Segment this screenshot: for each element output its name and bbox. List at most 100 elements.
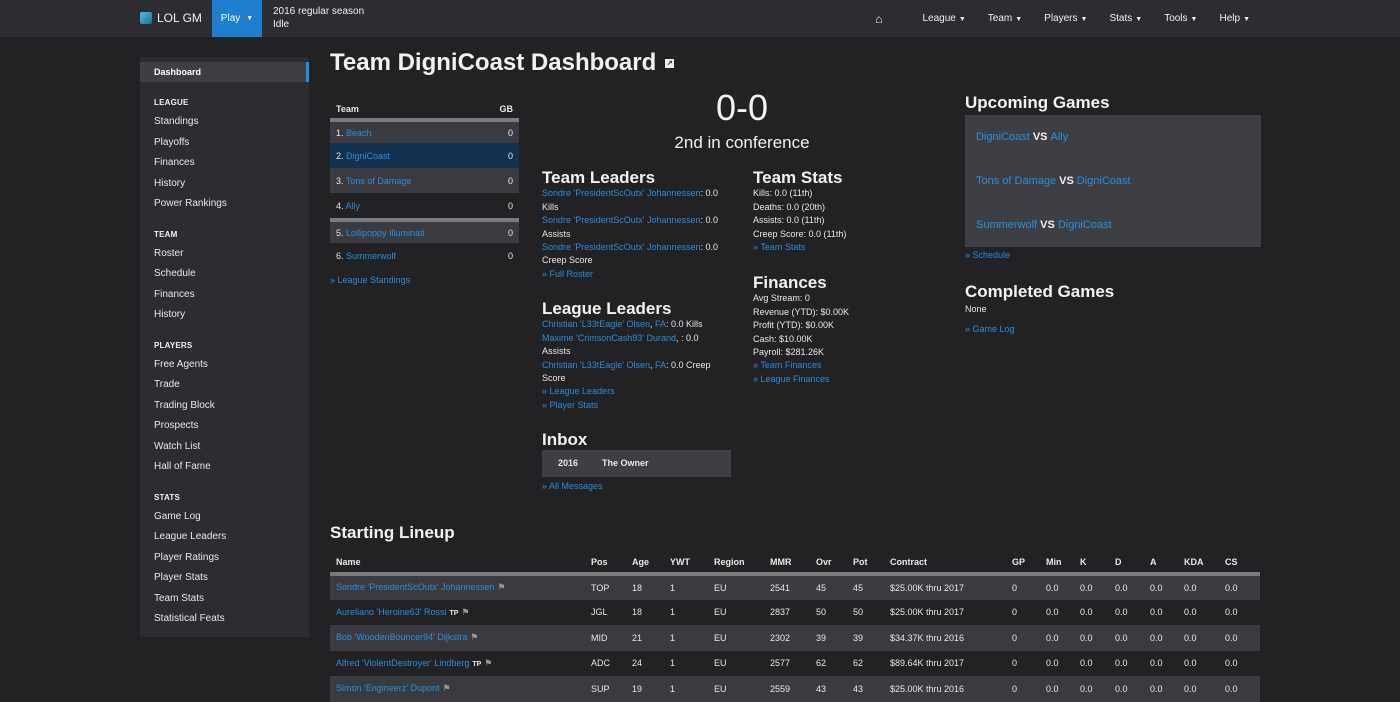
team-link[interactable]: DigniCoast <box>346 151 390 161</box>
col-contract[interactable]: Contract <box>884 552 1006 576</box>
stat-line: Deaths: 0.0 (20th) <box>753 201 826 212</box>
inbox-message[interactable]: 2016 The Owner <box>542 450 731 478</box>
col-gp[interactable]: GP <box>1006 552 1040 576</box>
menu-team[interactable]: Team ▼ <box>988 13 1022 24</box>
menu-stats[interactable]: Stats ▼ <box>1109 13 1142 24</box>
col-a[interactable]: A <box>1144 552 1178 576</box>
sidebar-item-team-history[interactable]: History <box>154 309 185 320</box>
team-link[interactable]: DigniCoast <box>1077 175 1131 188</box>
sidebar-item-team-finances[interactable]: Finances <box>154 289 195 300</box>
col-min[interactable]: Min <box>1040 552 1074 576</box>
home-icon[interactable]: ⌂ <box>875 12 882 26</box>
sidebar-item-team-stats[interactable]: Team Stats <box>154 593 204 604</box>
col-mmr[interactable]: MMR <box>764 552 810 576</box>
col-k[interactable]: K <box>1074 552 1109 576</box>
schedule-link[interactable]: » Schedule <box>965 250 1010 260</box>
player-link[interactable]: Sondre 'PresidentScOutx' Johannessen <box>336 582 495 592</box>
sidebar-item-player-ratings[interactable]: Player Ratings <box>154 552 219 563</box>
player-link[interactable]: Christian 'L33tEagle' Olsen <box>542 360 650 370</box>
team-stats-link[interactable]: » Team Stats <box>753 242 805 252</box>
flag-icon[interactable]: ⚑ <box>443 683 451 693</box>
player-link[interactable]: Aureliano 'Heroine63' Rossi <box>336 607 447 617</box>
menu-league[interactable]: League ▼ <box>922 13 965 24</box>
player-link[interactable]: Sondre 'PresidentScOutx' Johannessen <box>542 242 701 252</box>
player-stats-link[interactable]: » Player Stats <box>542 400 598 410</box>
league-leaders-link[interactable]: » League Leaders <box>542 386 615 396</box>
brand[interactable]: LOL GM <box>140 11 202 25</box>
col-d[interactable]: D <box>1109 552 1144 576</box>
cell-contract: $89.64K thru 2017 <box>890 658 965 669</box>
team-link[interactable]: DigniCoast <box>976 131 1030 144</box>
player-link[interactable]: Christian 'L33tEagle' Olsen <box>542 319 650 329</box>
page-title: Team DigniCoast Dashboard ↗ <box>330 49 675 76</box>
cell-a: 0.0 <box>1144 676 1178 702</box>
sidebar-item-trade[interactable]: Trade <box>154 379 180 390</box>
sidebar-item-standings[interactable]: Standings <box>154 116 198 127</box>
col-region[interactable]: Region <box>708 552 764 576</box>
menu-tools[interactable]: Tools ▼ <box>1164 13 1197 24</box>
sidebar-item-dashboard[interactable]: Dashboard <box>140 62 309 82</box>
league-standings-link[interactable]: » League Standings <box>330 275 410 285</box>
team-leaders-title: Team Leaders <box>542 168 656 187</box>
col-age[interactable]: Age <box>626 552 664 576</box>
league-finances-link[interactable]: » League Finances <box>753 374 830 384</box>
sidebar-item-league-history[interactable]: History <box>154 178 185 189</box>
sidebar-item-hall-of-fame[interactable]: Hall of Fame <box>154 461 211 472</box>
flag-icon[interactable]: ⚑ <box>484 658 492 668</box>
caret-down-icon: ▼ <box>246 15 254 22</box>
menu-players[interactable]: Players ▼ <box>1044 13 1087 24</box>
status-label: Idle <box>273 19 290 30</box>
sidebar-item-power-rankings[interactable]: Power Rankings <box>154 198 227 209</box>
all-messages-link[interactable]: » All Messages <box>542 481 603 491</box>
col-pot[interactable]: Pot <box>847 552 884 576</box>
sidebar-item-player-stats[interactable]: Player Stats <box>154 572 208 583</box>
sidebar-item-trading-block[interactable]: Trading Block <box>154 400 215 411</box>
flag-icon[interactable]: ⚑ <box>461 607 469 617</box>
team-link[interactable]: FA <box>655 319 666 329</box>
cell-pot: 39 <box>847 625 884 651</box>
team-link[interactable]: FA <box>655 360 666 370</box>
sidebar-item-roster[interactable]: Roster <box>154 248 183 259</box>
sidebar-item-schedule[interactable]: Schedule <box>154 268 196 279</box>
player-link[interactable]: Alfred 'ViolentDestroyer' Lindberg <box>336 658 469 668</box>
sidebar-item-league-leaders[interactable]: League Leaders <box>154 531 226 542</box>
col-ywt[interactable]: YWT <box>664 552 708 576</box>
team-link[interactable]: DigniCoast <box>1058 219 1112 232</box>
flag-icon[interactable]: ⚑ <box>498 582 506 592</box>
player-link[interactable]: Simon 'Engineerz' Dupont <box>336 683 440 693</box>
sidebar-item-league-finances[interactable]: Finances <box>154 157 195 168</box>
menu-help[interactable]: Help ▼ <box>1219 13 1250 24</box>
play-button[interactable]: Play ▼ <box>212 0 262 37</box>
full-roster-link[interactable]: » Full Roster <box>542 269 593 279</box>
team-link[interactable]: Ally <box>346 201 361 211</box>
team-link[interactable]: Summerwolf <box>976 219 1037 232</box>
team-finances-link[interactable]: » Team Finances <box>753 360 821 370</box>
col-name[interactable]: Name <box>330 552 585 576</box>
team-link[interactable]: Summerwolf <box>346 251 396 261</box>
team-link[interactable]: Beach <box>346 128 372 138</box>
col-pos[interactable]: Pos <box>585 552 626 576</box>
col-kda[interactable]: KDA <box>1178 552 1219 576</box>
sidebar-item-game-log[interactable]: Game Log <box>154 511 201 522</box>
player-link[interactable]: Sondre 'PresidentScOutx' Johannessen <box>542 188 701 198</box>
cell-a: 0.0 <box>1144 574 1178 600</box>
sidebar-item-statistical-feats[interactable]: Statistical Feats <box>154 613 225 624</box>
cell-pos: JGL <box>591 607 608 618</box>
player-link[interactable]: Sondre 'PresidentScOutx' Johannessen <box>542 215 701 225</box>
col-ovr[interactable]: Ovr <box>810 552 847 576</box>
game-log-link[interactable]: » Game Log <box>965 324 1015 334</box>
team-link[interactable]: Tons of Damage <box>346 176 412 186</box>
external-link-icon[interactable]: ↗ <box>665 59 675 69</box>
player-link[interactable]: Maxime 'CrimsonCash93' Durand <box>542 333 676 343</box>
sidebar-item-watch-list[interactable]: Watch List <box>154 441 200 452</box>
cell-pot: 50 <box>853 607 864 618</box>
player-link[interactable]: Bob 'WoodenBouncer94' Dijkstra <box>336 632 467 642</box>
flag-icon[interactable]: ⚑ <box>470 632 478 642</box>
sidebar-item-playoffs[interactable]: Playoffs <box>154 137 189 148</box>
team-link[interactable]: Ally <box>1051 131 1069 144</box>
sidebar-item-free-agents[interactable]: Free Agents <box>154 359 208 370</box>
sidebar-item-prospects[interactable]: Prospects <box>154 420 198 431</box>
col-cs[interactable]: CS <box>1219 552 1260 576</box>
team-link[interactable]: Tons of Damage <box>976 175 1056 188</box>
team-link[interactable]: Lollipoppy Illuminati <box>346 228 425 238</box>
